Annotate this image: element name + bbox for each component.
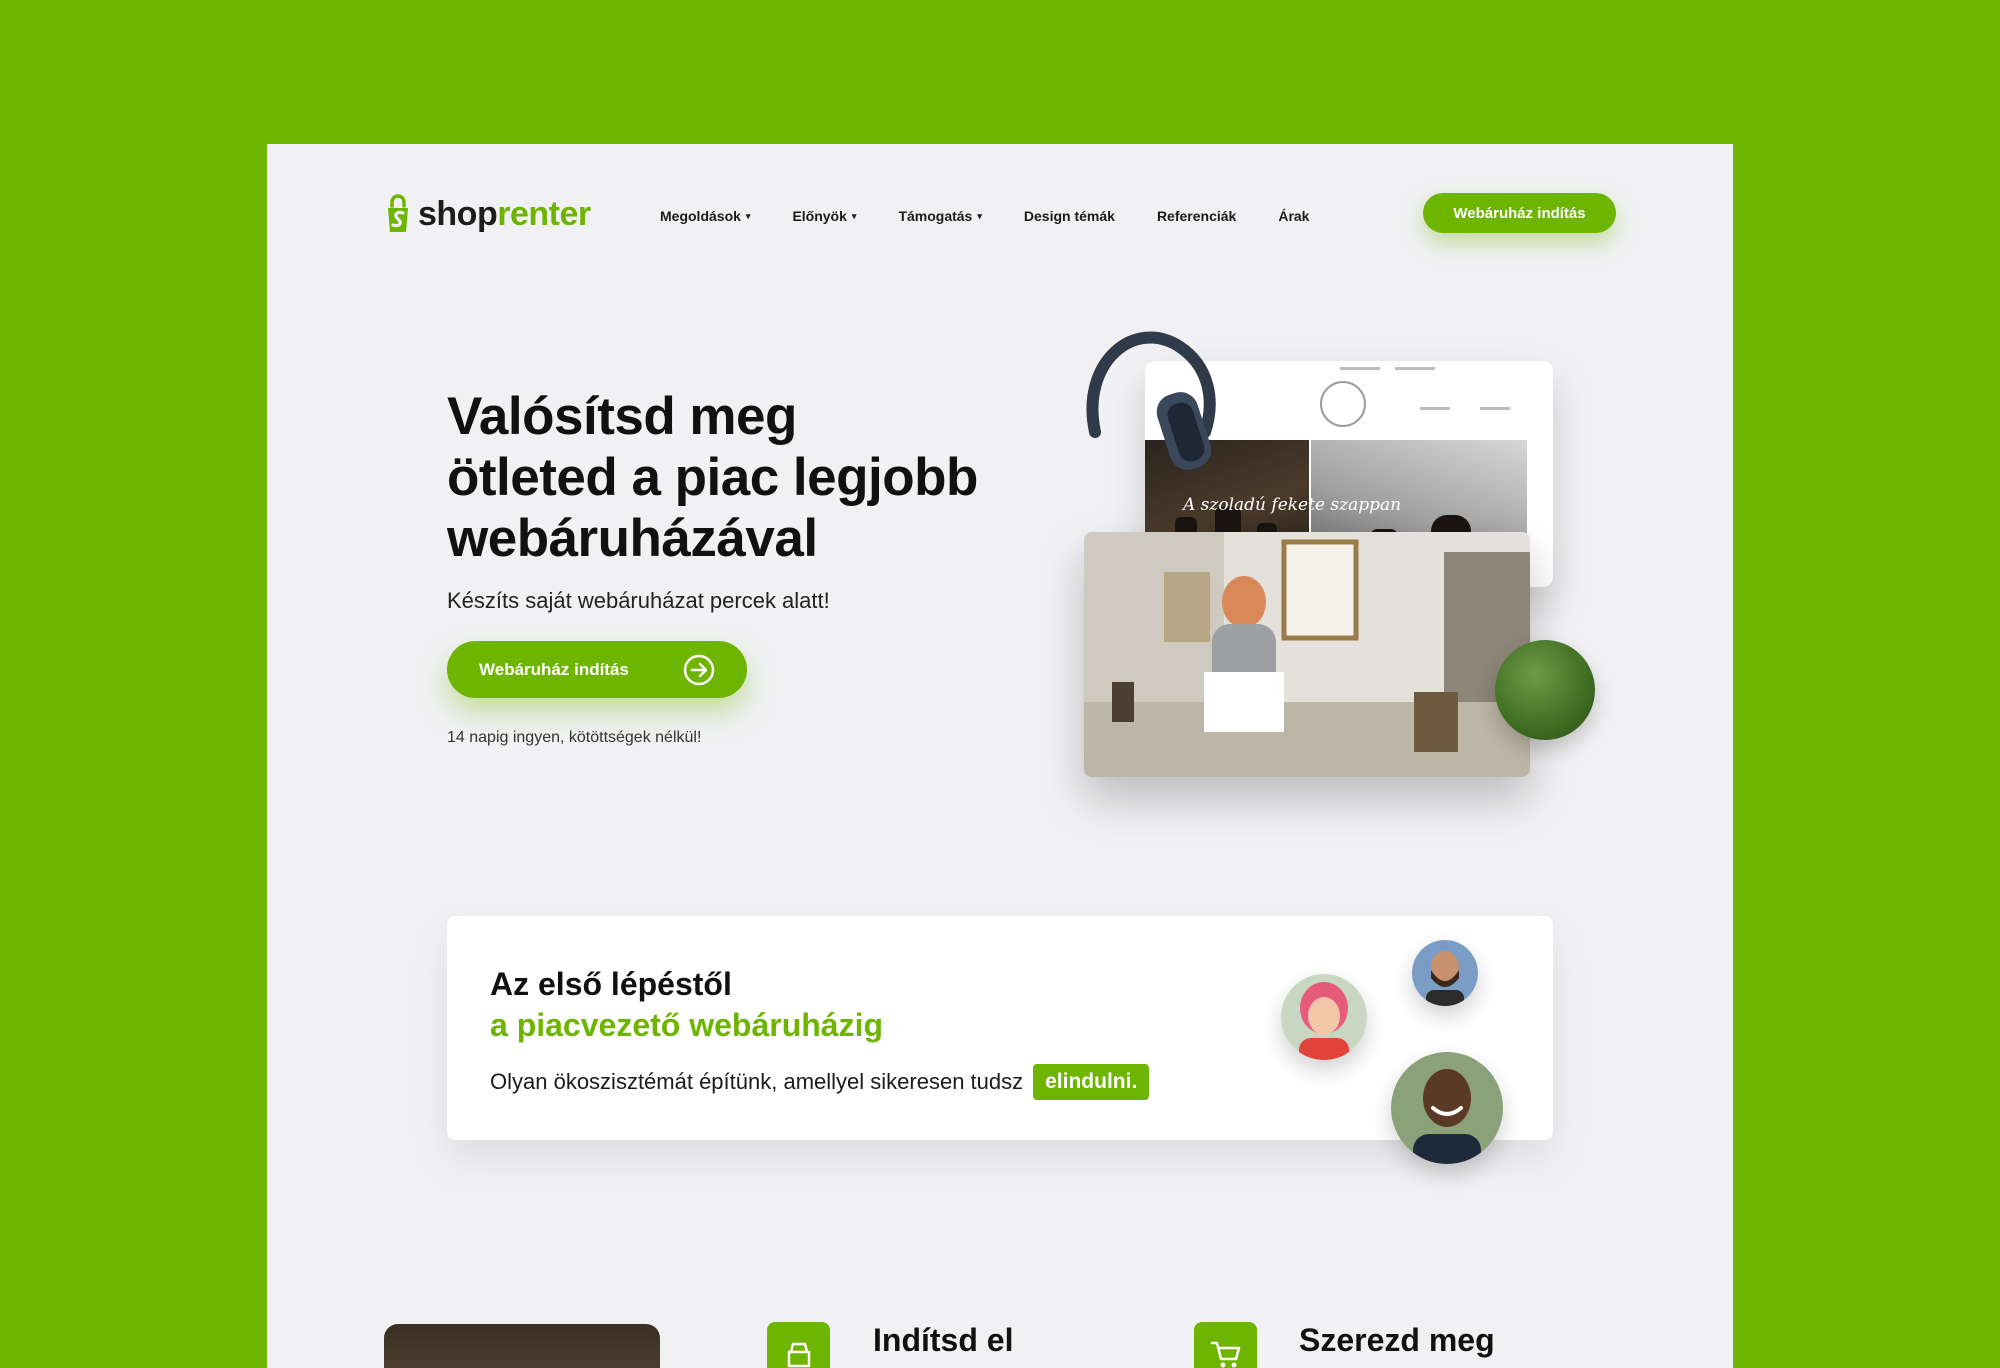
info-card: Az első lépéstől a piacvezető webáruházi…: [447, 916, 1553, 1164]
caret-down-icon: ▾: [745, 210, 751, 221]
avatar: [1281, 974, 1367, 1060]
hero-title-line: webáruházával: [447, 509, 818, 568]
nav-item-arak[interactable]: Árak: [1278, 208, 1309, 224]
preview-menu-line: [1340, 367, 1380, 370]
avatar-smiling-man-image: [1391, 1052, 1503, 1164]
nav-label: Megoldások: [660, 208, 741, 224]
nav-label: Referenciák: [1156, 208, 1237, 224]
preview-menu-line: [1420, 407, 1450, 410]
logo-wordmark: shoprenter: [418, 195, 591, 234]
nav-label: Támogatás: [898, 208, 973, 224]
hero-trial-note: 14 napig ingyen, kötöttségek nélkül!: [447, 729, 702, 746]
avatar-woman-image: [1281, 974, 1367, 1060]
caret-down-icon: ▾: [977, 210, 982, 221]
plant-image: [1495, 640, 1595, 740]
arrow-right-circle-icon: [683, 654, 715, 686]
info-card-title: Az első lépéstől: [490, 966, 732, 1002]
hero-title-line: ötleted a piac legjobb: [447, 448, 978, 507]
caret-down-icon: ▾: [851, 210, 857, 221]
shopping-bag-icon: [388, 194, 408, 232]
shop-icon: [787, 1342, 810, 1367]
info-card-text-row: Olyan ökoszisztémát építünk, amellyel si…: [490, 1064, 1150, 1100]
logo-shop-text: shop: [418, 194, 498, 233]
nav-item-megoldasok[interactable]: Megoldások ▾: [660, 208, 750, 224]
avatar-man-beard-image: [1412, 940, 1478, 1006]
hero-subtitle: Készíts saját webáruházat percek alatt!: [447, 588, 830, 613]
hero-title: Valósítsd meg ötleted a piac legjobb web…: [447, 386, 1067, 569]
nav-item-elonyok[interactable]: Előnyök ▾: [792, 208, 856, 224]
feature-cart-icon-box: [1194, 1322, 1257, 1368]
nav-item-design-temak[interactable]: Design témák: [1024, 208, 1115, 224]
landing-page: shoprenter Megoldások ▾ Előnyök ▾ Támogatá…: [267, 144, 1733, 1368]
avatar: [1412, 940, 1478, 1006]
feature-photo: [384, 1324, 660, 1368]
cart-icon: [1210, 1341, 1240, 1367]
feature-shop-icon-box: [767, 1322, 830, 1368]
shoprenter-logo[interactable]: shoprenter: [384, 192, 591, 236]
logo-renter-text: renter: [497, 194, 591, 233]
hero-start-shop-button[interactable]: Webáruház indítás: [447, 641, 747, 698]
nav-label: Előnyök: [792, 208, 847, 224]
nav-item-referenciak[interactable]: Referenciák: [1157, 208, 1236, 224]
avatar: [1391, 1052, 1503, 1164]
info-card-text: Olyan ökoszisztémát építünk, amellyel si…: [490, 1069, 1024, 1094]
preview-caption: A szoladú fekete szappan: [1183, 495, 1402, 515]
feature-title: Szerezd meg: [1299, 1322, 1495, 1358]
shop-owner-photo: [1084, 532, 1530, 777]
preview-menu-line: [1395, 367, 1435, 370]
hero-cta-label: Webáruház indítás: [479, 659, 629, 679]
headphones-image: [1086, 331, 1216, 470]
nav-item-tamogatas[interactable]: Támogatás ▾: [898, 208, 981, 224]
info-card-badge: elindulni.: [1033, 1064, 1150, 1100]
hero-title-line: Valósítsd meg: [447, 387, 797, 446]
main-nav: Megoldások ▾ Előnyök ▾ Támogatás ▾ Design t…: [660, 202, 1309, 230]
nav-label: Design témák: [1023, 208, 1115, 224]
feature-title: Indítsd el: [873, 1322, 1014, 1358]
preview-menu-line: [1480, 407, 1510, 410]
header-start-shop-button[interactable]: Webáruház indítás: [1423, 193, 1616, 233]
preview-brand-seal: [1320, 381, 1366, 427]
nav-label: Árak: [1278, 208, 1310, 224]
info-card-title-highlight: a piacvezető webáruházig: [490, 1007, 884, 1043]
